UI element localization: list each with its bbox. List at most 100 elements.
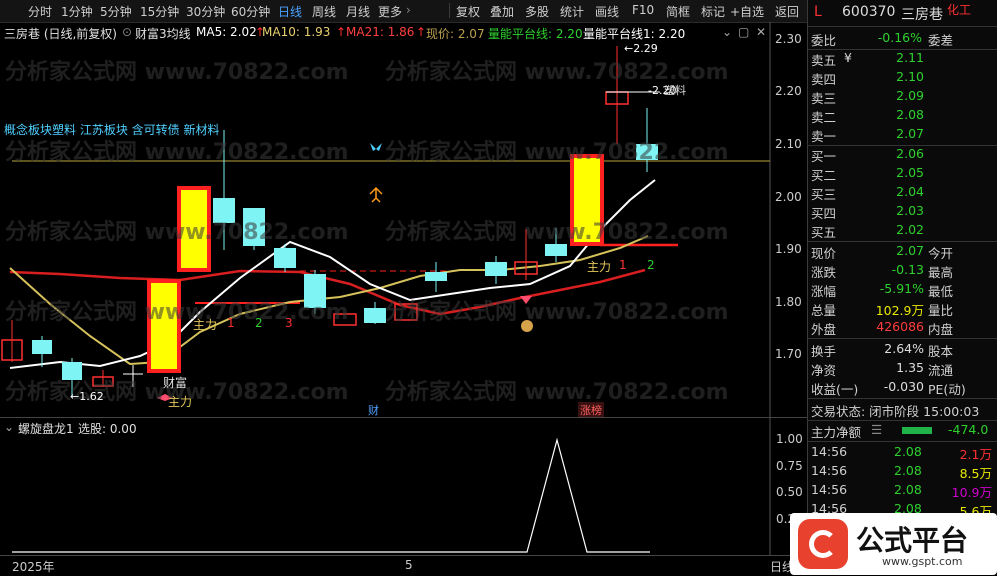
industry-tag[interactable]: 化工 xyxy=(947,1,971,18)
tab-15min[interactable]: 15分钟 xyxy=(140,3,179,20)
butterfly-icon xyxy=(370,143,382,151)
signal-number: 3 xyxy=(285,316,293,330)
simple-frame-button[interactable]: 简框 xyxy=(666,3,690,20)
bid-row: 买三 2.04 xyxy=(811,184,924,202)
subchart-value: 选股: 0.00 xyxy=(78,422,137,436)
indicator-subchart[interactable]: ⌄ 螺旋盘龙1 选股: 0.00 1.00 0.75 0.50 0.25 xyxy=(0,417,807,556)
y-tick: 2.00 xyxy=(775,190,802,204)
zhangbang-tag: 涨榜 xyxy=(578,402,604,418)
tick-row: 14:56 2.08 10.9万 xyxy=(811,482,992,500)
y-tick: 2.20 xyxy=(775,84,802,98)
overlay-button[interactable]: 叠加 xyxy=(490,3,514,20)
sub-y-tick: 0.50 xyxy=(776,485,803,499)
bid-row: 买五 2.02 xyxy=(808,222,997,242)
signal-number: 1 xyxy=(619,258,627,272)
quote-row: 收益(一) -0.030 PE(动) xyxy=(808,379,997,399)
weibi-label: 委比 xyxy=(811,33,837,48)
sub-y-tick: 1.00 xyxy=(776,432,803,446)
add-watchlist-button[interactable]: +自选 xyxy=(730,3,764,20)
watermark: 分析家公式网 www.70822.com xyxy=(5,140,349,165)
list-icon: ☰ xyxy=(871,422,883,437)
mark-button[interactable]: 标记 xyxy=(701,3,725,20)
stats-button[interactable]: 统计 xyxy=(560,3,584,20)
close-icon[interactable]: ✕ xyxy=(756,25,766,39)
y-tick: 1.70 xyxy=(775,347,802,361)
person-icon xyxy=(369,186,383,203)
weibi-value: -0.16% xyxy=(877,30,922,45)
zhuli-annotation-left: 主力 xyxy=(168,395,193,409)
ask-row: 卖三 2.09 xyxy=(811,88,924,106)
y-tick: 1.80 xyxy=(775,295,802,309)
tab-fenshi[interactable]: 分时 xyxy=(28,3,52,20)
current-price-label: 现价: 2.07 xyxy=(426,27,485,41)
subchart-title[interactable]: 螺旋盘龙1 xyxy=(18,420,74,437)
caifu-annotation: 财富 xyxy=(163,376,188,390)
tab-weekly[interactable]: 周线 xyxy=(312,3,336,20)
x-axis-month: 5 xyxy=(405,558,413,572)
trade-status: 交易状态: 闭市阶段 15:00:03 xyxy=(808,401,997,421)
low-annotation: ←1.62 xyxy=(70,390,104,403)
ma5-label: MA5: 2.02 xyxy=(196,25,257,39)
quote-row: 净资 1.35 流通 xyxy=(811,360,954,378)
f10-button[interactable]: F10 xyxy=(632,3,654,17)
indicator-name[interactable]: 财富3均线 xyxy=(135,25,191,42)
weibi-row: 委比 -0.16% 委差 xyxy=(808,30,997,50)
net-bar xyxy=(902,427,932,434)
back-button[interactable]: 返回 xyxy=(775,3,799,20)
watermark: 分析家公式网 www.70822.com xyxy=(5,220,349,245)
volume-platform-label: 量能平台线: 2.20 xyxy=(488,27,583,41)
ma10-arrow-icon: ↑ xyxy=(336,25,347,39)
quote-panel: L 600370 三房巷 化工 委比 -0.16% 委差 卖五 ¥2.11 卖四 2… xyxy=(807,0,997,575)
bid-row: 买一 2.06 xyxy=(811,146,924,164)
cai-tag: 财 xyxy=(368,404,379,417)
zhuli-annotation-right: 主力 xyxy=(587,260,612,274)
ma21-label: MA21: 1.86 xyxy=(346,25,415,39)
y-tick: 1.90 xyxy=(775,242,802,256)
kline-chart[interactable]: 分析家公式网 www.70822.com 分析家公式网 www.70822.co… xyxy=(0,22,807,418)
tab-5min[interactable]: 5分钟 xyxy=(100,3,132,20)
tab-60min[interactable]: 60分钟 xyxy=(231,3,270,20)
tab-1min[interactable]: 1分钟 xyxy=(61,3,93,20)
ask-row: 卖一 2.07 xyxy=(808,126,997,146)
bid-row: 买二 2.05 xyxy=(811,165,924,183)
tick-row: 14:56 2.08 2.1万 xyxy=(811,444,992,462)
multi-stock-button[interactable]: 多股 xyxy=(525,3,549,20)
tab-more[interactable]: 更多 xyxy=(378,3,402,20)
chevron-right-icon[interactable]: › xyxy=(406,3,411,17)
ma21-arrow-icon: ↑ xyxy=(416,25,427,39)
draw-line-button[interactable]: 画线 xyxy=(595,3,619,20)
collapse-icon[interactable]: ⌄ xyxy=(4,420,14,434)
y-tick: 2.30 xyxy=(775,32,802,46)
stock-header: L 600370 三房巷 化工 xyxy=(808,1,997,27)
main-net-row[interactable]: 主力净额 ☰ -474.0 xyxy=(808,422,997,442)
window-icon[interactable]: ▢ xyxy=(738,25,749,39)
watermark: 分析家公式网 www.70822.com xyxy=(5,60,349,85)
signal-number: 2 xyxy=(647,258,655,272)
restore-rights-button[interactable]: 复权 xyxy=(456,3,480,20)
logo-url: www.gspt.com xyxy=(882,555,963,568)
quote-row: 外盘 426086 内盘 xyxy=(808,319,997,339)
ask-row: 卖四 2.10 xyxy=(811,69,924,87)
gspt-logo: 公式平台 www.gspt.com xyxy=(790,513,997,575)
x-axis: 2025年 5 日线 xyxy=(0,555,807,576)
chart-title: 三房巷 (日线,前复权) xyxy=(4,27,117,41)
ma10-label: MA10: 1.93 xyxy=(262,25,331,39)
tab-30min[interactable]: 30分钟 xyxy=(186,3,225,20)
weicha-label: 委差 xyxy=(928,33,954,48)
high-annotation: ←2.29 xyxy=(624,42,658,55)
signal-number: 1 xyxy=(227,316,235,330)
settings-icon[interactable]: ⊙ xyxy=(122,25,132,39)
x-axis-year: 2025年 xyxy=(12,560,55,574)
tick-row: 14:56 2.08 8.5万 xyxy=(811,463,992,481)
sub-y-tick: 0.75 xyxy=(776,459,803,473)
quote-row: 现价 2.07 今开 xyxy=(811,243,954,261)
tab-daily[interactable]: 日线 xyxy=(278,3,302,20)
quote-row: 涨幅 -5.91% 最低 xyxy=(811,281,954,299)
ask-row: 卖五 ¥2.11 xyxy=(811,50,924,68)
tab-monthly[interactable]: 月线 xyxy=(346,3,370,20)
logo-text: 公式平台 xyxy=(856,524,969,557)
quote-row: 换手 2.64% 股本 xyxy=(811,341,954,359)
signal-number: 2 xyxy=(255,316,263,330)
chevron-down-icon[interactable]: ⌄ xyxy=(722,25,732,39)
watermark: 分析家公式网 www.70822.com xyxy=(385,220,729,245)
